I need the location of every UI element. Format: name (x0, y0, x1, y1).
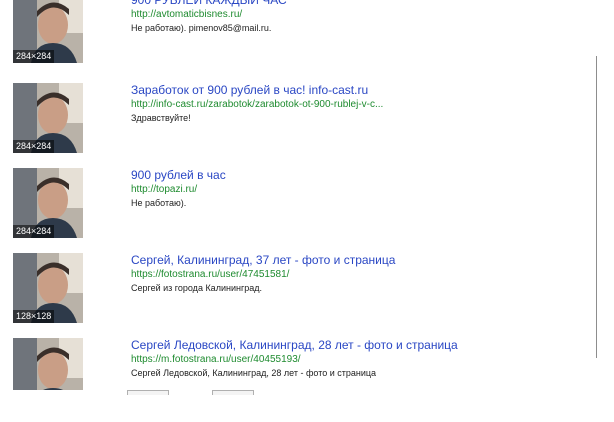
image-size-badge: 284×284 (13, 50, 55, 63)
result-title-link[interactable]: Заработок от 900 рублей в час! info-cast… (131, 83, 368, 98)
result-snippet: Сергей из города Калининград. (131, 283, 262, 293)
result-url-link[interactable]: https://fotostrana.ru/user/47451581/ (131, 268, 289, 281)
image-size-badge: 128×128 (13, 310, 55, 323)
search-result: Сергей Ледовской, Калининград, 28 лет - … (0, 338, 614, 422)
result-thumbnail[interactable]: 128×128 (13, 253, 83, 323)
result-title-link[interactable]: Сергей, Калининград, 37 лет - фото и стр… (131, 253, 395, 268)
result-url-link[interactable]: http://info-cast.ru/zarabotok/zarabotok-… (131, 98, 383, 111)
search-results-list: 284×284 900 РУБЛЕЙ КАЖДЫЙ ЧАС http://avt… (0, 0, 614, 395)
bottom-tab[interactable] (127, 390, 169, 395)
result-url-link[interactable]: https://m.fotostrana.ru/user/40455193/ (131, 353, 301, 366)
result-snippet: Здравствуйте! (131, 113, 191, 123)
result-title-link[interactable]: Сергей Ледовской, Калининград, 28 лет - … (131, 338, 458, 353)
result-snippet: Сергей Ледовской, Калининград, 28 лет - … (131, 368, 377, 378)
page-edge-divider (596, 56, 597, 358)
result-snippet: Не работаю). pimenov85@mail.ru. (131, 23, 272, 33)
search-result: 284×284 900 РУБЛЕЙ КАЖДЫЙ ЧАС http://avt… (0, 0, 614, 77)
search-result: 284×284 900 рублей в час http://topazi.r… (0, 168, 614, 252)
result-thumbnail[interactable] (13, 338, 83, 390)
image-size-badge: 284×284 (13, 225, 55, 238)
result-thumbnail[interactable]: 284×284 (13, 83, 83, 153)
search-result: 284×284 Заработок от 900 рублей в час! i… (0, 83, 614, 167)
result-title-link[interactable]: 900 рублей в час (131, 168, 226, 183)
result-snippet: Не работаю). (131, 198, 187, 208)
result-thumbnail[interactable]: 284×284 (13, 168, 83, 238)
result-url-link[interactable]: http://topazi.ru/ (131, 183, 197, 196)
bottom-tab[interactable] (212, 390, 254, 395)
image-size-badge: 284×284 (13, 140, 55, 153)
bottom-strip (0, 390, 614, 395)
person-photo-icon (13, 338, 83, 390)
result-url-link[interactable]: http://avtomaticbisnes.ru/ (131, 8, 242, 21)
result-thumbnail[interactable]: 284×284 (13, 0, 83, 63)
result-title-link[interactable]: 900 РУБЛЕЙ КАЖДЫЙ ЧАС (131, 0, 287, 8)
search-result: 128×128 Сергей, Калининград, 37 лет - фо… (0, 253, 614, 337)
